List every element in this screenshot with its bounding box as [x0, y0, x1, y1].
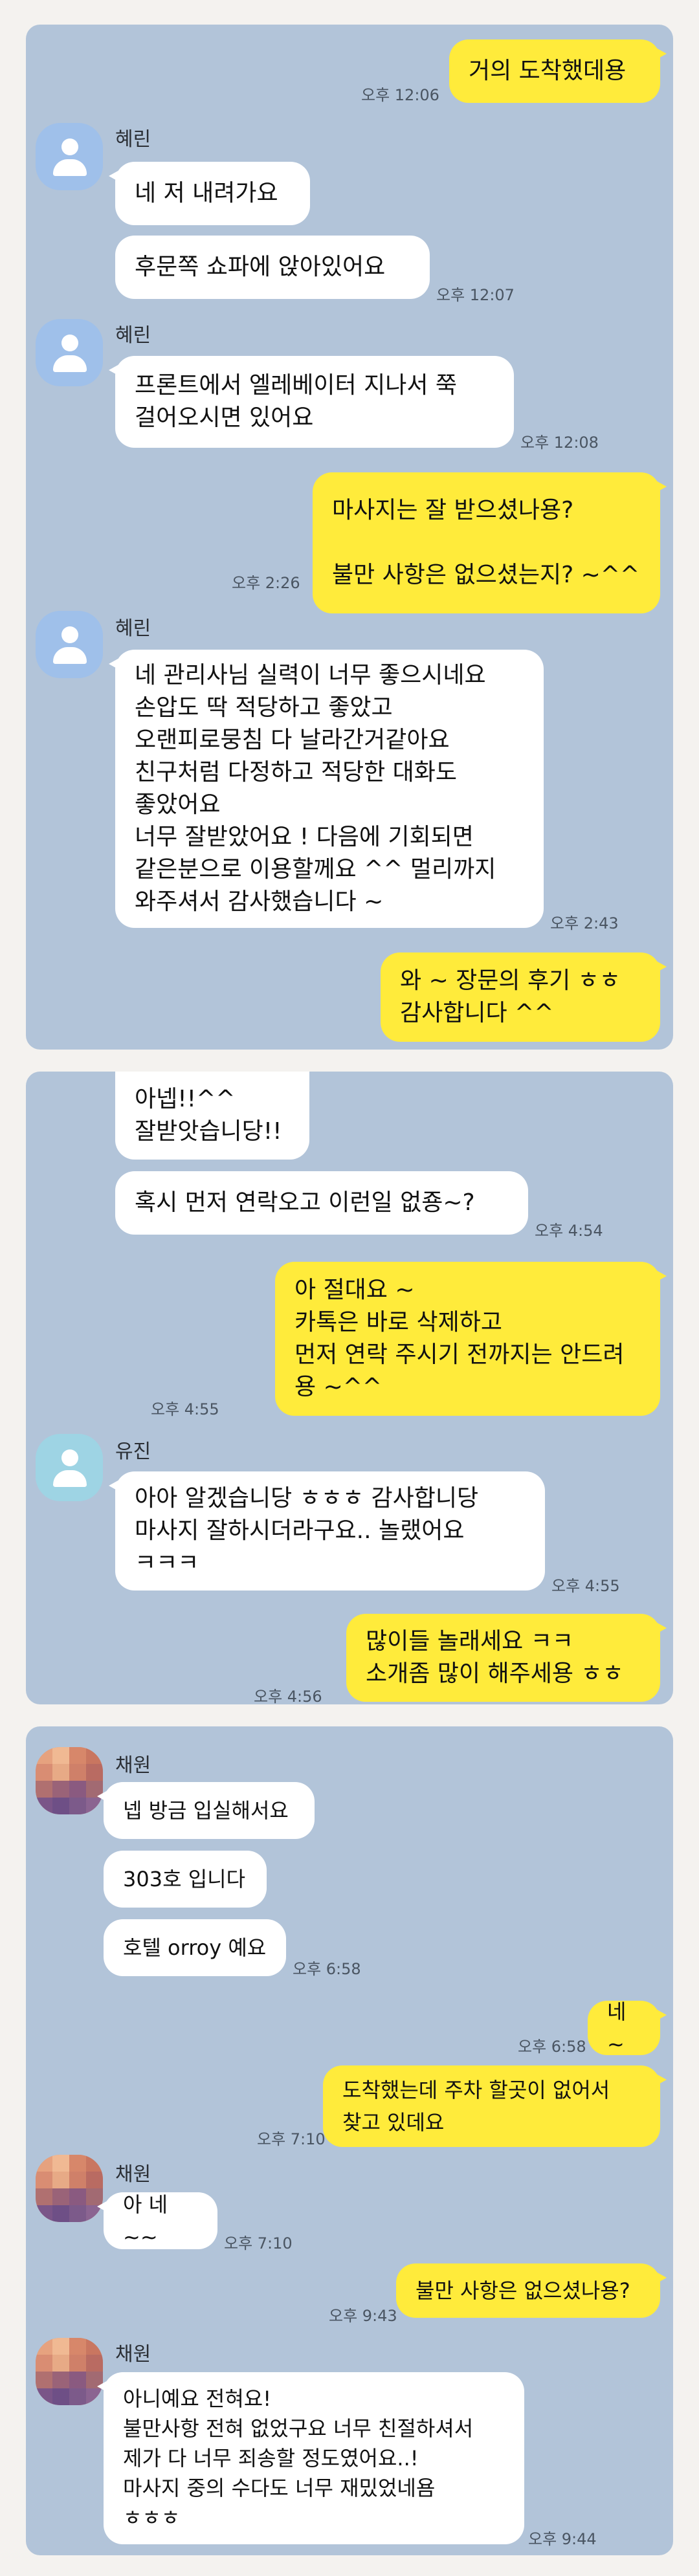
- chat-panel-1: 오후 12:06 거의 도착했데용 혜린 네 저 내려가요 후문쪽 쇼파에 앉아…: [26, 25, 673, 1050]
- sender-name: 혜린: [115, 324, 151, 347]
- message-bubble-sent[interactable]: 거의 도착했데용: [449, 39, 667, 103]
- message-bubble-received[interactable]: 프론트에서 엘레베이터 지나서 쭉 걸어오시면 있어요: [109, 356, 514, 448]
- timestamp: 오후 4:55: [551, 1577, 620, 1595]
- timestamp: 오후 6:58: [518, 2038, 586, 2056]
- person-icon: [61, 626, 78, 643]
- avatar[interactable]: [36, 319, 103, 386]
- timestamp: 오후 12:08: [520, 434, 599, 452]
- person-icon: [61, 138, 78, 155]
- mosaic-avatar[interactable]: [36, 2338, 103, 2405]
- timestamp: 오후 4:56: [254, 1688, 322, 1706]
- chat-panel-3: 채원 넵 방금 입실해서요 303호 입니다 호텔 orroy 예요 오후 6:…: [26, 1726, 673, 2555]
- sender-name: 채원: [115, 2343, 151, 2366]
- timestamp: 오후 12:07: [436, 286, 515, 304]
- timestamp: 오후 2:26: [232, 574, 300, 592]
- message-bubble-received[interactable]: 아 네~~: [97, 2192, 217, 2249]
- message-bubble-sent[interactable]: 네 ~: [588, 1999, 667, 2056]
- timestamp: 오후 7:10: [224, 2234, 293, 2252]
- message-bubble-received[interactable]: 후문쪽 쇼파에 앉아있어요: [115, 236, 430, 299]
- sender-name: 유진: [115, 1440, 151, 1463]
- message-bubble-sent[interactable]: 도착했는데 주차 할곳이 없어서 찾고 있데요: [323, 2065, 667, 2147]
- timestamp: 오후 9:44: [528, 2530, 597, 2548]
- sender-name: 혜린: [115, 617, 151, 640]
- message-bubble-received[interactable]: 넵 방금 입실해서요: [97, 1782, 315, 1839]
- timestamp: 오후 4:55: [151, 1400, 219, 1418]
- avatar[interactable]: [36, 1434, 103, 1501]
- sender-name: 채원: [115, 2163, 151, 2186]
- message-bubble-sent[interactable]: 마사지는 잘 받으셨나용? 불만 사항은 없으셨는지? ~^^: [313, 472, 667, 613]
- mosaic-avatar[interactable]: [36, 2155, 103, 2222]
- message-bubble-received[interactable]: 303호 입니다: [104, 1851, 267, 1908]
- message-bubble-received[interactable]: 혹시 먼저 연락오고 이런일 없죵~?: [115, 1171, 528, 1235]
- timestamp: 오후 7:10: [257, 2130, 326, 2148]
- timestamp: 오후 2:43: [550, 914, 619, 932]
- message-bubble-sent[interactable]: 와 ~ 장문의 후기 ㅎㅎ 감사합니다 ^^: [381, 952, 667, 1042]
- message-bubble-sent[interactable]: 불만 사항은 없으셨나용?: [396, 2263, 667, 2318]
- avatar[interactable]: [36, 123, 103, 190]
- timestamp: 오후 9:43: [329, 2307, 397, 2325]
- message-bubble-received[interactable]: 아넵!!^^ 잘받앗습니당!!: [115, 1072, 309, 1160]
- message-bubble-sent[interactable]: 아 절대요 ~ 카톡은 바로 삭제하고 먼저 연락 주시기 전까지는 안드려 용…: [275, 1262, 667, 1416]
- message-bubble-received[interactable]: 네 관리사님 실력이 너무 좋으시네요 손압도 딱 적당하고 좋았고 오랜피로뭉…: [109, 650, 544, 928]
- message-bubble-received[interactable]: 아아 알겠습니당 ㅎㅎㅎ 감사합니당 마사지 잘하시더라구요.. 놀랬어요 ㅋㅋ…: [109, 1471, 545, 1591]
- message-bubble-received[interactable]: 아니예요 전혀요! 불만사항 전혀 없었구요 너무 친절하셔서 제가 다 너무 …: [97, 2372, 524, 2544]
- chat-panel-2: 아넵!!^^ 잘받앗습니당!! 혹시 먼저 연락오고 이런일 없죵~? 오후 4…: [26, 1072, 673, 1706]
- timestamp: 오후 12:06: [361, 86, 439, 104]
- person-icon: [61, 335, 78, 351]
- message-bubble-sent[interactable]: 많이들 놀래세요 ㅋㅋ 소개좀 많이 해주세용 ㅎㅎ: [346, 1614, 667, 1702]
- timestamp: 오후 6:58: [293, 1960, 361, 1978]
- message-bubble-received[interactable]: 호텔 orroy 예요: [104, 1919, 286, 1976]
- person-icon: [61, 1449, 78, 1466]
- timestamp: 오후 4:54: [535, 1222, 603, 1240]
- sender-name: 혜린: [115, 128, 151, 151]
- sender-name: 채원: [115, 1754, 151, 1777]
- message-bubble-received[interactable]: 네 저 내려가요: [109, 162, 310, 225]
- mosaic-avatar[interactable]: [36, 1747, 103, 1814]
- avatar[interactable]: [36, 611, 103, 678]
